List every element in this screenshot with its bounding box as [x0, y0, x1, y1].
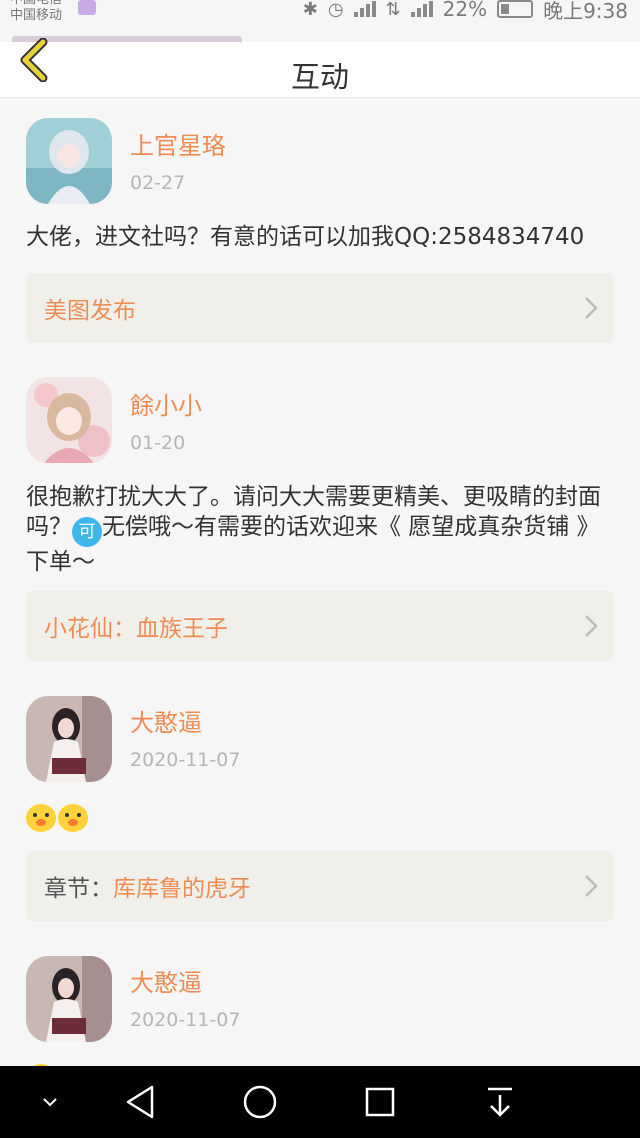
page-title: 互动 — [290, 60, 349, 94]
nav-home-button[interactable] — [238, 1082, 282, 1122]
post-date: 02-27 — [130, 172, 186, 194]
message-text: 大佬，进文社吗？有意的话可以加我QQ:2584834740 — [26, 224, 585, 250]
bluetooth-icon: ✱ — [302, 0, 318, 20]
chevron-right-icon — [585, 297, 598, 319]
chevron-right-icon — [585, 875, 598, 897]
nav-back-button[interactable] — [118, 1082, 162, 1122]
post-date: 2020-11-07 — [130, 1009, 241, 1031]
avatar[interactable] — [26, 696, 112, 782]
chevron-right-icon — [585, 615, 598, 637]
header: 互动 — [0, 38, 640, 98]
reference-title: 美图发布 — [44, 298, 136, 324]
reference-title: 库库鲁的虎牙 — [113, 876, 251, 902]
post-date: 2020-11-07 — [130, 749, 241, 771]
signal-bars-2-icon — [410, 1, 433, 17]
reference-link[interactable]: 章节： 库库鲁的虎牙 — [26, 851, 614, 921]
user-name[interactable]: 大憨逼 — [130, 963, 202, 998]
carrier-line1: 中国电信 — [10, 0, 62, 8]
carrier-info: 中国电信 中国移动 — [10, 0, 62, 24]
alarm-icon: ◷ — [327, 0, 344, 20]
interaction-list[interactable]: 上官星珞 02-27 大佬，进文社吗？有意的话可以加我QQ:2584834740… — [0, 99, 640, 1066]
battery-icon — [497, 0, 534, 18]
recents-square-icon — [365, 1087, 395, 1117]
signal-bars-icon — [353, 1, 376, 17]
reference-link[interactable]: 小花仙：血族王子 — [26, 591, 614, 661]
nav-notification-button[interactable] — [478, 1082, 522, 1122]
home-circle-icon — [243, 1085, 277, 1119]
nav-hide-button[interactable] — [28, 1082, 72, 1122]
back-triangle-icon — [126, 1085, 154, 1119]
battery-percent: 22% — [442, 0, 488, 21]
status-icons: ✱ ◷ ⇅ 22% 晚上9:38 — [302, 0, 628, 23]
message-part2: 无偿哦～有需要的话欢迎来《 愿望成真杂货铺 》下单～ — [26, 514, 600, 575]
carrier-line2: 中国移动 — [10, 8, 63, 23]
data-transfer-icon: ⇅ — [385, 0, 401, 20]
notification-app-icon — [78, 0, 96, 15]
avatar[interactable] — [26, 377, 112, 463]
user-name[interactable]: 上官星珞 — [130, 126, 226, 161]
duck-emoji-icon — [58, 803, 88, 832]
user-name[interactable]: 餘小小 — [130, 386, 202, 421]
nav-recents-button[interactable] — [358, 1082, 402, 1122]
chevron-down-icon — [43, 1098, 57, 1107]
avatar[interactable] — [26, 956, 112, 1042]
system-nav-bar — [0, 1066, 640, 1138]
post-date: 01-20 — [130, 432, 186, 454]
avatar[interactable] — [26, 118, 112, 204]
download-icon — [488, 1087, 512, 1117]
message-text: 很抱歉打扰大大了。请问大大需要更精美、更吸睛的封面吗？可无偿哦～有需要的话欢迎来… — [26, 482, 616, 577]
user-name[interactable]: 大憨逼 — [130, 703, 202, 738]
message-text — [26, 802, 616, 832]
clock: 晚上9:38 — [543, 0, 628, 23]
reference-link[interactable]: 美图发布 — [26, 273, 614, 343]
duck-emoji-icon — [26, 803, 56, 832]
status-bar: 中国电信 中国移动 ✱ ◷ ⇅ 22% 晚上9:38 — [0, 0, 640, 40]
reference-prefix: 章节： — [44, 876, 113, 902]
ke-badge-icon: 可 — [72, 517, 102, 547]
reference-title: 小花仙：血族王子 — [44, 616, 228, 642]
